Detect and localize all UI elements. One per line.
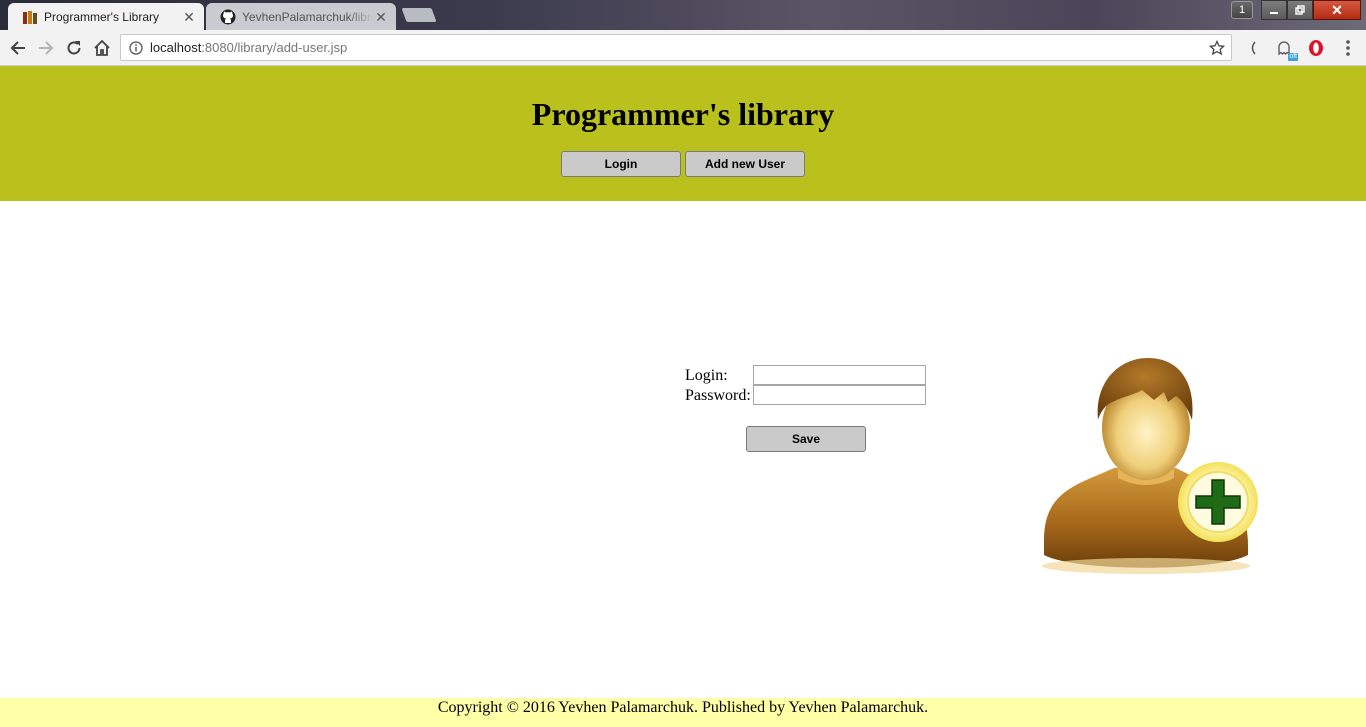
chrome-menu-icon[interactable] — [1338, 38, 1358, 58]
copyright-text: Copyright © 2016 Yevhen Palamarchuk. Pub… — [437, 699, 929, 716]
tab-title: YevhenPalamarchuk/library — [242, 9, 374, 24]
tab-programmers-library[interactable]: Programmer's Library ✕ — [8, 3, 204, 30]
tab-github-library[interactable]: YevhenPalamarchuk/library ✕ — [206, 3, 396, 30]
url-text: localhost:8080/library/add-user.jsp — [150, 40, 1207, 55]
window-close-icon[interactable]: ✕ — [1313, 0, 1361, 20]
profile-button[interactable]: 1 — [1231, 1, 1253, 19]
add-user-icon — [1036, 350, 1266, 582]
back-arrow-icon[interactable] — [7, 37, 29, 59]
page-footer: Copyright © 2016 Yevhen Palamarchuk. Pub… — [0, 698, 1366, 727]
tab-close-icon[interactable]: ✕ — [182, 10, 196, 24]
password-label: Password: — [685, 387, 751, 404]
page-header: Programmer's library Login Add new User — [0, 66, 1366, 201]
save-button[interactable]: Save — [746, 426, 866, 452]
add-new-user-button[interactable]: Add new User — [685, 151, 805, 177]
url-host: localhost — [150, 40, 202, 55]
browser-toolbar: localhost:8080/library/add-user.jsp off — [0, 30, 1366, 66]
login-input[interactable] — [753, 365, 926, 385]
new-tab-button[interactable] — [401, 8, 437, 22]
login-button[interactable]: Login — [561, 151, 681, 177]
address-bar[interactable]: localhost:8080/library/add-user.jsp — [120, 34, 1232, 61]
tab-close-icon[interactable]: ✕ — [374, 10, 388, 24]
reload-icon[interactable] — [63, 37, 85, 59]
library-favicon-icon — [22, 9, 38, 25]
home-icon[interactable] — [91, 37, 113, 59]
bookmark-star-icon[interactable] — [1207, 38, 1227, 58]
browser-tabstrip: Programmer's Library ✕ YevhenPalamarchuk… — [0, 0, 1366, 30]
github-icon — [220, 9, 236, 25]
opera-vpn-icon[interactable] — [1306, 38, 1326, 58]
minimize-icon[interactable] — [1261, 0, 1287, 20]
ghostery-badge: off — [1288, 53, 1298, 61]
restore-icon[interactable] — [1287, 0, 1313, 20]
ghostery-icon[interactable]: off — [1274, 38, 1298, 61]
tab-title: Programmer's Library — [44, 9, 159, 24]
forward-arrow-icon[interactable] — [35, 37, 57, 59]
url-path: :8080/library/add-user.jsp — [201, 40, 348, 55]
site-info-icon[interactable] — [128, 40, 144, 56]
page-title: Programmer's library — [531, 96, 835, 132]
password-input[interactable] — [753, 385, 926, 405]
bracket-extension-icon[interactable] — [1243, 38, 1263, 58]
login-label: Login: — [685, 367, 728, 384]
